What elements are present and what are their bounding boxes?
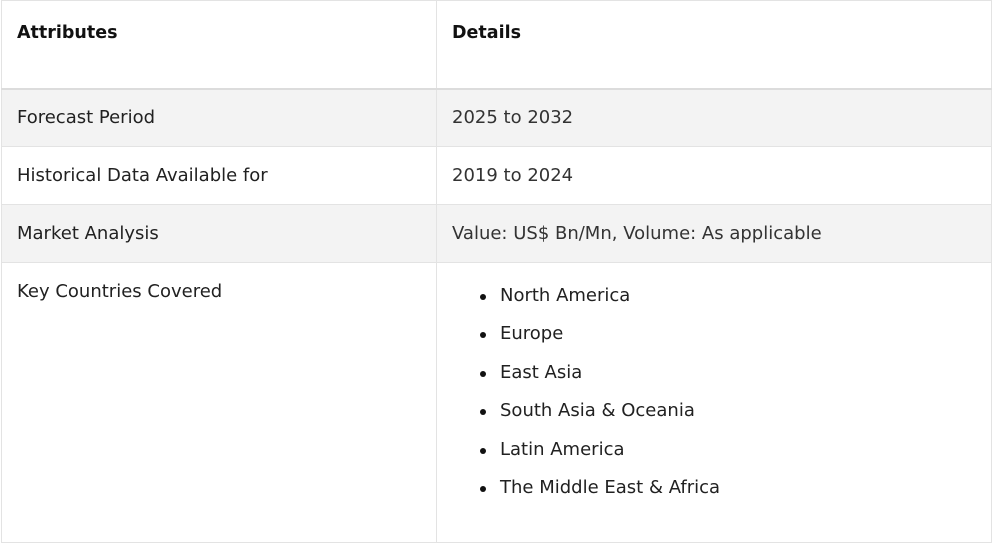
attribute-cell: Market Analysis [1, 204, 437, 263]
table-row: Key Countries Covered North America Euro… [1, 262, 992, 543]
list-item: East Asia [480, 358, 976, 396]
header-details: Details [436, 0, 992, 90]
list-item: North America [480, 281, 976, 319]
list-item: The Middle East & Africa [480, 473, 976, 511]
attribute-cell: Key Countries Covered [1, 262, 437, 543]
detail-cell: Value: US$ Bn/Mn, Volume: As applicable [436, 204, 992, 263]
table-row: Forecast Period 2025 to 2032 [1, 88, 992, 147]
list-item: Latin America [480, 435, 976, 473]
detail-cell: 2025 to 2032 [436, 88, 992, 147]
list-item: Europe [480, 319, 976, 357]
country-list: North America Europe East Asia South Asi… [452, 281, 976, 511]
table-row: Market Analysis Value: US$ Bn/Mn, Volume… [1, 204, 992, 263]
attributes-table: Attributes Details Forecast Period 2025 … [1, 0, 992, 543]
attribute-cell: Historical Data Available for [1, 146, 437, 205]
detail-cell: 2019 to 2024 [436, 146, 992, 205]
header-attributes: Attributes [1, 0, 437, 90]
table-header-row: Attributes Details [1, 0, 992, 90]
detail-cell: North America Europe East Asia South Asi… [436, 262, 992, 543]
table-row: Historical Data Available for 2019 to 20… [1, 146, 992, 205]
attribute-cell: Forecast Period [1, 88, 437, 147]
list-item: South Asia & Oceania [480, 396, 976, 434]
